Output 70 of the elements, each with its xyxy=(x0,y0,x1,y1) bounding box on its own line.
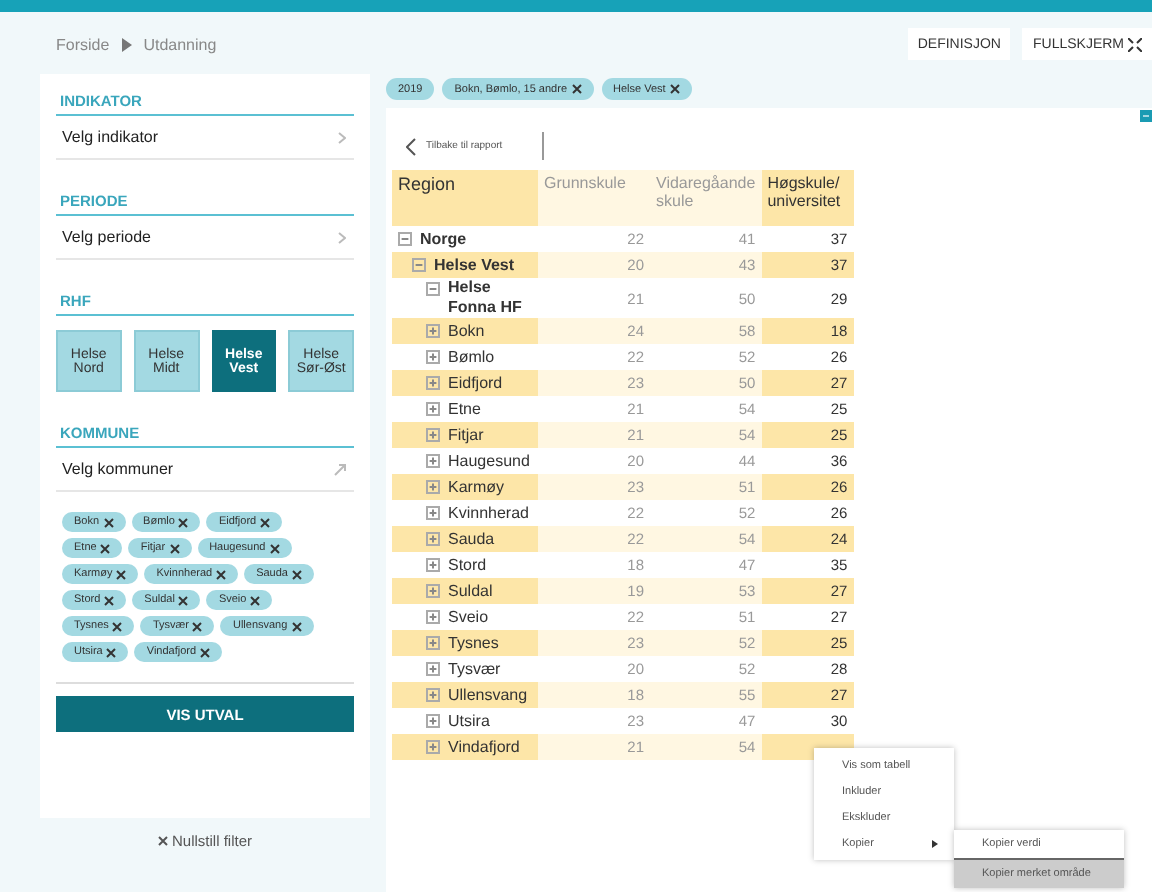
close-icon xyxy=(112,621,123,631)
row-label: Helse Fonna HF xyxy=(448,278,524,318)
close-icon xyxy=(216,569,227,579)
close-icon xyxy=(104,595,115,605)
row-label: Karmøy xyxy=(448,477,504,497)
close-icon xyxy=(269,543,280,553)
multiselect-field[interactable]: Velg kommuner xyxy=(56,448,354,492)
close-icon xyxy=(291,569,302,579)
expand-icon[interactable] xyxy=(426,662,440,676)
select-field[interactable]: Velg indikator xyxy=(56,116,354,160)
close-icon xyxy=(178,595,189,605)
expand-icon[interactable] xyxy=(426,428,440,442)
close-icon xyxy=(260,517,271,527)
expand-arrow-icon xyxy=(334,463,346,475)
caret-icon xyxy=(121,37,132,51)
expand-icon[interactable] xyxy=(426,506,440,520)
row-label: Bokn xyxy=(448,321,485,341)
expand-icon[interactable] xyxy=(426,376,440,390)
collapse-icon[interactable] xyxy=(398,232,412,246)
expand-icon[interactable] xyxy=(426,402,440,416)
expand-icon xyxy=(1128,37,1142,51)
expand-icon[interactable] xyxy=(426,350,440,364)
close-icon xyxy=(250,595,261,605)
close-icon xyxy=(192,621,203,631)
column-header[interactable]: Region xyxy=(392,170,538,226)
expand-icon[interactable] xyxy=(426,480,440,494)
expand-icon[interactable] xyxy=(426,636,440,650)
row-label: Ullensvang xyxy=(448,685,528,705)
chevron-icon xyxy=(338,231,346,243)
collapse-icon[interactable] xyxy=(412,258,426,272)
expand-icon[interactable] xyxy=(426,454,440,468)
row-label: Stord xyxy=(448,555,487,575)
back-icon xyxy=(406,137,416,155)
row-label: Kvinnherad xyxy=(448,503,529,523)
row-label: Sveio xyxy=(448,607,489,627)
expand-icon[interactable] xyxy=(426,324,440,338)
close-icon xyxy=(178,517,189,527)
row-label: Sauda xyxy=(448,529,495,549)
collapse-icon[interactable] xyxy=(426,281,440,295)
expand-icon[interactable] xyxy=(426,584,440,598)
expand-icon[interactable] xyxy=(426,558,440,572)
expand-icon[interactable] xyxy=(426,714,440,728)
row-label: Vindafjord xyxy=(448,737,520,757)
expand-icon[interactable] xyxy=(426,740,440,754)
row-label: Haugesund xyxy=(448,451,530,471)
caret-icon xyxy=(932,839,938,847)
close-icon xyxy=(103,517,114,527)
row-label: Eidfjord xyxy=(448,373,503,393)
close-icon xyxy=(100,543,111,553)
row-label: Tysvær xyxy=(448,659,501,679)
row-label: Tysnes xyxy=(448,633,499,653)
close-icon xyxy=(200,647,211,657)
close-icon xyxy=(157,836,168,846)
close-icon xyxy=(116,569,127,579)
row-label: Fitjar xyxy=(448,425,484,445)
row-label: Etne xyxy=(448,399,481,419)
close-icon xyxy=(169,543,180,553)
row-label: Norge xyxy=(420,229,467,249)
expand-icon[interactable] xyxy=(426,610,440,624)
row-label: Helse Vest xyxy=(434,255,515,275)
row-label: Suldal xyxy=(448,581,493,601)
close-icon xyxy=(291,621,302,631)
close-icon xyxy=(106,647,117,657)
row-label: Utsira xyxy=(448,711,490,731)
chevron-icon xyxy=(338,131,346,143)
row-label: Bømlo xyxy=(448,347,495,367)
expand-icon[interactable] xyxy=(426,688,440,702)
expand-icon[interactable] xyxy=(426,532,440,546)
select-field[interactable]: Velg periode xyxy=(56,216,354,260)
column-header[interactable]: Høgskule/ universitet xyxy=(761,170,854,226)
